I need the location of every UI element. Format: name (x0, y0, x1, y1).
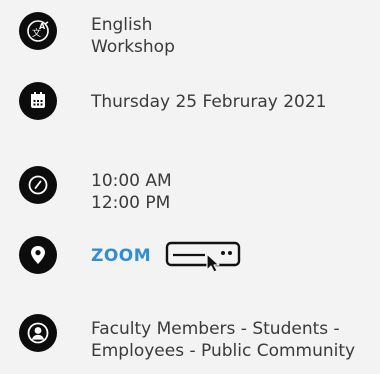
start-time: 10:00 AM (91, 171, 172, 191)
language-label: English (91, 15, 153, 35)
event-type-label: Workshop (91, 37, 175, 57)
location-row: ZOOM (0, 236, 380, 276)
time-text: 10:00 AM 12:00 PM (91, 170, 172, 214)
audience-text: Faculty Members - Students - Employees -… (91, 318, 355, 362)
translate-icon: 文 A (19, 12, 57, 50)
zoom-link[interactable]: ZOOM (91, 246, 151, 266)
clock-icon (19, 166, 57, 204)
audience-line-2: Employees - Public Community (91, 341, 356, 361)
audience-line-1: Faculty Members - Students - (91, 319, 340, 339)
map-pin-icon (19, 236, 57, 274)
click-button-icon[interactable] (165, 238, 243, 273)
language-row: 文 A English Workshop (0, 10, 380, 58)
user-circle-icon (19, 314, 57, 352)
audience-row: Faculty Members - Students - Employees -… (0, 312, 380, 362)
end-time: 12:00 PM (91, 193, 171, 213)
time-row: 10:00 AM 12:00 PM (0, 166, 380, 214)
date-row: Thursday 25 Februray 2021 (0, 82, 380, 122)
language-text: English Workshop (91, 14, 175, 58)
event-details-panel: 文 A English Workshop Thursday 25 Februra… (0, 0, 380, 374)
date-text: Thursday 25 Februray 2021 (91, 92, 327, 112)
calendar-icon (19, 82, 57, 120)
